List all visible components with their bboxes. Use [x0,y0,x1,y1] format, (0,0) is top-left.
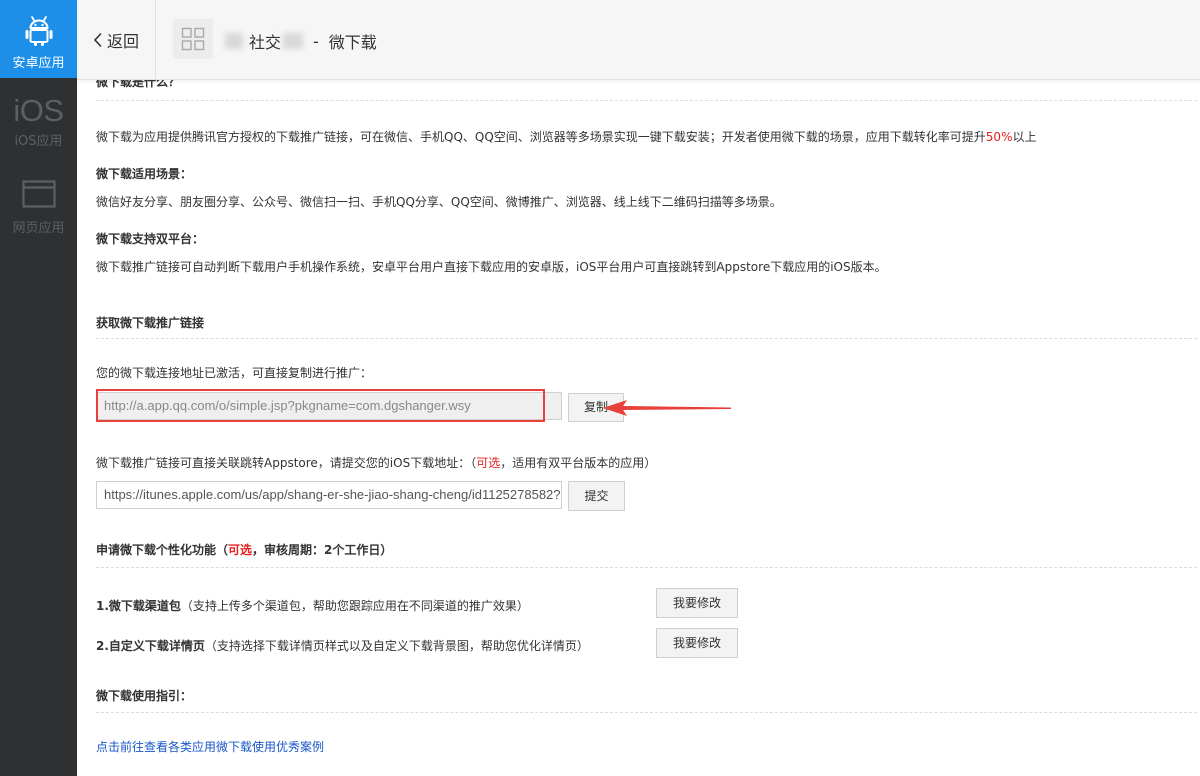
annotation-highlight-box [96,389,545,422]
feature-row-custom-detail-page: 2.自定义下载详情页（支持选择下载详情页样式以及自定义下载背景图，帮助您优化详情… [96,639,589,653]
sidebar-item-ios-apps[interactable]: iOS iOS应用 [0,80,77,158]
chevron-left-icon [93,32,102,48]
sidebar-item-label: 安卓应用 [12,56,65,71]
link-activated-label: 您的微下载连接地址已激活，可直接复制进行推广： [96,366,373,380]
divider [96,338,1197,339]
section-heading-dual: 微下载支持双平台： [96,232,205,246]
divider [96,712,1197,713]
annotation-arrow-icon [603,400,731,416]
sidebar-item-android-apps[interactable]: 安卓应用 [0,0,77,78]
intro-dual-text: 微下载推广链接可自动判断下载用户手机操作系统，安卓平台用户直接下载应用的安卓版，… [96,260,887,274]
redacted-text [225,33,243,49]
guide-link[interactable]: 点击前往查看各类应用微下载使用优秀案例 [96,738,324,755]
browser-window-icon [21,177,56,211]
divider [96,567,1197,568]
sidebar-item-label: 网页应用 [12,221,65,236]
back-button[interactable]: 返回 [93,28,139,52]
intro-scenes-text: 微信好友分享、朋友圈分享、公众号、微信扫一扫、手机QQ分享、QQ空间、微博推广、… [96,195,782,209]
divider [96,100,1197,101]
intro-what-text: 微下载为应用提供腾讯官方授权的下载推广链接，可在微信、手机QQ、QQ空间、浏览器… [96,130,1037,144]
sidebar-item-web-apps[interactable]: 网页应用 [0,160,77,238]
submit-button[interactable]: 提交 [568,481,625,511]
appstore-label: 微下载推广链接可直接关联跳转Appstore，请提交您的iOS下载地址：（可选，… [96,456,657,470]
app-name: 社交 [249,33,282,52]
modify-channel-pack-button[interactable]: 我要修改 [656,588,738,618]
section-heading-scenes: 微下载适用场景： [96,167,193,181]
feature-row-channel-pack: 1.微下载渠道包（支持上传多个渠道包，帮助您跟踪应用在不同渠道的推广效果） [96,599,529,613]
ios-icon: iOS [13,93,64,128]
modify-detail-page-button[interactable]: 我要修改 [656,628,738,658]
sidebar-item-label: iOS应用 [14,134,63,149]
android-icon [24,14,54,48]
section-heading-get-link: 获取微下载推广链接 [96,316,205,330]
page-title-text: 微下载 [328,33,377,52]
page-title: 社交 - 微下载 [225,29,377,53]
sidebar: 安卓应用 iOS iOS应用 网页应用 [0,0,77,776]
title-separator: - [313,31,319,51]
redacted-text [283,33,304,49]
appstore-url-input[interactable]: https://itunes.apple.com/us/app/shang-er… [96,481,562,509]
back-label: 返回 [107,32,140,51]
app-placeholder-icon [173,19,213,59]
header-divider [155,0,156,79]
section-heading-guide: 微下载使用指引： [96,689,193,703]
section-heading-personalize: 申请微下载个性化功能（可选，审核周期：2个工作日） [96,543,393,557]
header: 返回 社交 - 微下载 [77,0,1200,80]
